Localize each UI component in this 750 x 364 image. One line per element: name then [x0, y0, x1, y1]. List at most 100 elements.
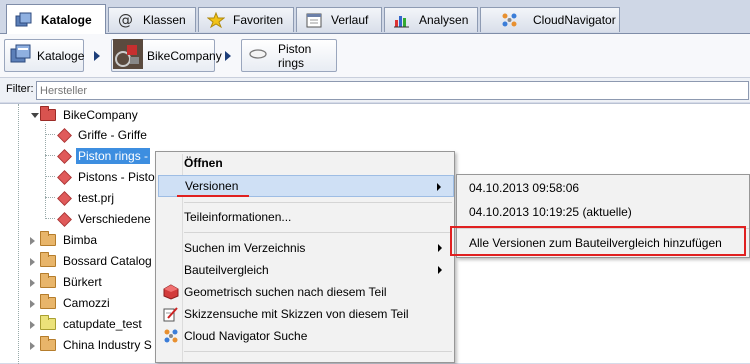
menu-item-suchen-im-verzeichnis[interactable]: Suchen im Verzeichnis: [158, 237, 454, 259]
menu-item-bauteilvergleich[interactable]: Bauteilvergleich: [158, 259, 454, 281]
context-menu: Öffnen Versionen Teileinformationen... S…: [155, 151, 455, 363]
tree-item-label: Bürkert: [63, 275, 102, 289]
menu-item-label: Skizzensuche mit Skizzen von diesem Teil: [184, 307, 409, 321]
geometry-search-icon: [163, 284, 179, 300]
tree-item-label: Piston rings -: [76, 148, 151, 164]
submenu-arrow-icon: [437, 183, 441, 191]
folder-icon: [40, 294, 56, 309]
part-cube-icon: [57, 127, 72, 143]
tree-item-label: Camozzi: [63, 296, 110, 310]
tree-item-label: Pistons - Pisto: [78, 170, 155, 184]
breadcrumb: Kataloge BikeCompany Piston rings: [0, 34, 750, 78]
bar-chart-icon: [393, 12, 411, 28]
tree-guide-line: [45, 155, 55, 156]
svg-text:@: @: [118, 12, 133, 28]
version-item-1019-current[interactable]: 04.10.2013 10:19:25 (aktuelle): [469, 205, 632, 219]
cloud-navigator-icon: [501, 12, 519, 28]
annotation-underline: [177, 195, 249, 197]
tree-guide-line: [45, 176, 55, 177]
tab-kataloge[interactable]: Kataloge: [6, 4, 106, 34]
menu-item-label: Bauteilvergleich: [184, 263, 269, 277]
folder-icon: [40, 336, 56, 351]
expand-arrow-icon[interactable]: [30, 342, 35, 350]
menu-separator: [184, 232, 452, 233]
part-cube-icon: [57, 169, 72, 185]
tree-item-bikecompany[interactable]: BikeCompany: [40, 105, 140, 125]
menu-item-label: Teileinformationen...: [184, 210, 292, 224]
tree-item-label: Bossard Catalog: [63, 254, 152, 268]
version-item-0958[interactable]: 04.10.2013 09:58:06: [469, 181, 579, 195]
tree-item-pistons[interactable]: Pistons - Pisto: [57, 167, 157, 187]
submenu-arrow-icon: [438, 244, 442, 252]
tree-item-test-prj[interactable]: test.prj: [57, 188, 116, 208]
calendar-icon: [305, 12, 323, 28]
tree-item-label: Griffe - Griffe: [78, 128, 147, 142]
part-cube-icon: [57, 190, 72, 206]
tab-favoriten[interactable]: Favoriten: [198, 7, 294, 32]
folder-icon: [40, 231, 56, 246]
filter-bar: Filter:: [0, 78, 750, 102]
breadcrumb-piston-rings[interactable]: Piston rings: [241, 39, 337, 72]
menu-separator: [184, 351, 452, 352]
menu-item-label: Cloud Navigator Suche: [184, 329, 308, 343]
menu-item-label: Geometrisch suchen nach diesem Teil: [184, 285, 387, 299]
breadcrumb-separator-icon: [94, 51, 100, 61]
folder-icon: [40, 273, 56, 288]
menu-separator: [184, 202, 452, 203]
submenu-arrow-icon: [438, 266, 442, 274]
tab-label: Favoriten: [233, 13, 284, 27]
catalog-icon: [15, 12, 33, 28]
breadcrumb-label: Kataloge: [37, 48, 85, 63]
ring-icon: [248, 47, 268, 64]
breadcrumb-bikecompany[interactable]: BikeCompany: [111, 39, 222, 72]
tab-bar: Kataloge @ Klassen Favoriten Verlauf Ana…: [0, 0, 750, 34]
collapse-arrow-icon[interactable]: [31, 113, 39, 118]
tree-guide-line: [18, 104, 19, 364]
tab-label: Verlauf: [331, 13, 369, 27]
folder-red-icon: [40, 106, 56, 121]
menu-item-versionen[interactable]: Versionen: [158, 175, 454, 197]
folder-yellow-icon: [40, 315, 56, 330]
tree-item-griffe[interactable]: Griffe - Griffe: [57, 125, 149, 145]
menu-item-oeffnen[interactable]: Öffnen: [158, 152, 454, 174]
tree-item-label: Bimba: [63, 233, 98, 247]
tab-analysen[interactable]: Analysen: [384, 7, 478, 32]
tree-item-piston-rings[interactable]: Piston rings -: [57, 146, 151, 166]
tab-label: Kataloge: [41, 12, 92, 27]
tab-klassen[interactable]: @ Klassen: [108, 7, 196, 32]
tree-guide-line: [45, 197, 55, 198]
tree-item-catupdate-test[interactable]: catupdate_test: [40, 314, 144, 334]
expand-arrow-icon[interactable]: [30, 237, 35, 245]
menu-item-skizzensuche[interactable]: Skizzensuche mit Skizzen von diesem Teil: [158, 303, 454, 325]
breadcrumb-label: Piston rings: [278, 41, 312, 70]
expand-arrow-icon[interactable]: [30, 300, 35, 308]
tab-verlauf[interactable]: Verlauf: [296, 7, 382, 32]
tree-item-bossard[interactable]: Bossard Catalog: [40, 251, 154, 271]
tree-item-china-industry[interactable]: China Industry S: [40, 335, 154, 355]
part-cube-icon: [57, 148, 72, 164]
menu-item-label: Suchen im Verzeichnis: [184, 241, 306, 255]
breadcrumb-separator-icon: [225, 51, 231, 61]
tree-guide-line: [45, 218, 55, 219]
tree-guide-line: [45, 124, 46, 219]
expand-arrow-icon[interactable]: [30, 279, 35, 287]
expand-arrow-icon[interactable]: [30, 321, 35, 329]
tree-item-bimba[interactable]: Bimba: [40, 230, 99, 250]
tree-item-camozzi[interactable]: Camozzi: [40, 293, 112, 313]
tree-item-verschiedene[interactable]: Verschiedene: [57, 209, 153, 229]
menu-item-geometrisch-suchen[interactable]: Geometrisch suchen nach diesem Teil: [158, 281, 454, 303]
tab-cloudnavigator[interactable]: CloudNavigator: [480, 7, 620, 32]
breadcrumb-label: BikeCompany: [147, 48, 222, 63]
at-icon: @: [117, 11, 135, 29]
expand-arrow-icon[interactable]: [30, 258, 35, 266]
bike-thumbnail-icon: [113, 39, 143, 72]
tree-item-buerkert[interactable]: Bürkert: [40, 272, 104, 292]
breadcrumb-kataloge[interactable]: Kataloge: [4, 39, 84, 72]
menu-item-label: Versionen: [185, 179, 239, 193]
filter-input[interactable]: [36, 81, 749, 100]
menu-item-cloud-navigator-suche[interactable]: Cloud Navigator Suche: [158, 325, 454, 347]
star-icon: [206, 11, 226, 29]
annotation-highlight-box: [450, 226, 746, 256]
menu-item-label: Öffnen: [184, 156, 223, 170]
menu-item-teileinformationen[interactable]: Teileinformationen...: [158, 206, 454, 228]
